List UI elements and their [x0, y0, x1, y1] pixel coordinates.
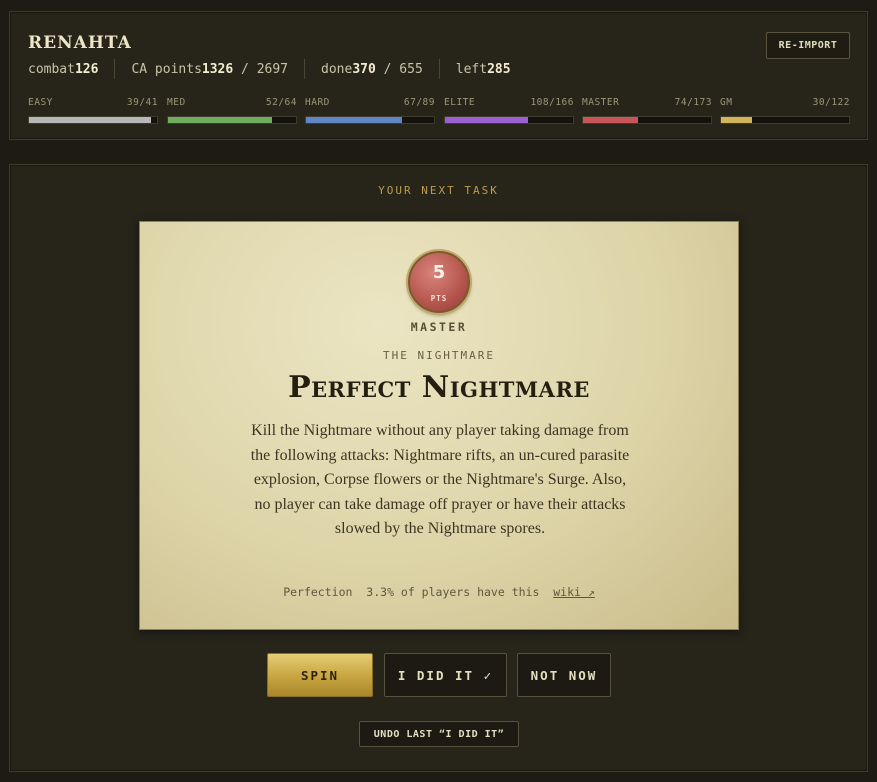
tier-easy: EASY 39/41	[28, 97, 158, 125]
progress-fill	[29, 117, 151, 123]
task-panel: YOUR NEXT TASK 5 PTS MASTER THE NIGHTMAR…	[9, 164, 868, 772]
tier-progress-list: EASY 39/41 MED 52/64 HARD 67/89 ELITE 108/16…	[28, 97, 850, 125]
points-unit: PTS	[430, 294, 448, 303]
tier-label: MASTER	[582, 97, 620, 108]
progress-bar	[582, 116, 712, 124]
tier-label: MED	[167, 97, 186, 108]
stats-row: combat 126 CA points 1326 / 2697 done 37…	[28, 59, 511, 79]
progress-fill	[445, 117, 529, 123]
i-did-it-button[interactable]: I DID IT ✓	[384, 653, 507, 697]
points-value: 5	[432, 262, 446, 283]
tier-count: 108/166	[530, 97, 574, 108]
points-badge: 5 PTS	[408, 251, 470, 313]
completion-rate: 3.3% of players have this	[366, 585, 540, 599]
player-name: RENAHTA	[28, 33, 132, 53]
divider	[304, 59, 306, 79]
tier-hard: HARD 67/89	[305, 97, 435, 125]
not-now-button[interactable]: NOT NOW	[517, 653, 611, 697]
progress-bar	[167, 116, 297, 124]
task-boss: THE NIGHTMARE	[382, 349, 496, 362]
tier-count: 52/64	[265, 97, 297, 108]
progress-fill	[168, 117, 272, 123]
divider	[114, 59, 116, 79]
progress-bar	[305, 116, 435, 124]
tier-count: 39/41	[126, 97, 158, 108]
progress-bar	[720, 116, 850, 124]
task-type: Perfection	[283, 585, 353, 599]
tier-count: 74/173	[674, 97, 712, 108]
task-title: Perfect Nightmare	[288, 370, 590, 405]
task-description: Kill the Nightmare without any player ta…	[250, 422, 630, 538]
header-panel: RENAHTA RE-IMPORT combat 126 CA points 1…	[9, 11, 868, 140]
divider	[438, 59, 440, 79]
tier-count: 67/89	[403, 97, 435, 108]
tier-elite: ELITE 108/166	[444, 97, 574, 125]
task-tier: MASTER	[410, 320, 468, 334]
tier-label: GM	[720, 97, 733, 108]
combat-stat: combat 126	[28, 61, 99, 77]
wiki-link[interactable]: wiki ↗	[553, 585, 595, 599]
tier-count: 30/122	[812, 97, 850, 108]
tier-label: HARD	[305, 97, 330, 108]
undo-button[interactable]: UNDO LAST “I DID IT”	[359, 721, 519, 747]
progress-bar	[28, 116, 158, 124]
ca-points-stat: CA points 1326 / 2697	[131, 61, 289, 77]
section-label: YOUR NEXT TASK	[378, 184, 499, 197]
tier-gm: GM 30/122	[720, 97, 850, 125]
progress-bar	[444, 116, 574, 124]
task-card: 5 PTS MASTER THE NIGHTMARE Perfect Night…	[139, 221, 739, 630]
tier-master: MASTER 74/173	[582, 97, 712, 125]
done-stat: done 370 / 655	[321, 61, 423, 77]
left-stat: left 285	[455, 61, 511, 77]
progress-fill	[721, 117, 753, 123]
spin-button[interactable]: SPIN	[267, 653, 373, 697]
reimport-button[interactable]: RE-IMPORT	[766, 32, 850, 59]
tier-label: EASY	[28, 97, 53, 108]
tier-label: ELITE	[444, 97, 476, 108]
task-meta: Perfection 3.3% of players have this wik…	[140, 585, 738, 599]
tier-med: MED 52/64	[167, 97, 297, 125]
progress-fill	[306, 117, 403, 123]
progress-fill	[583, 117, 638, 123]
